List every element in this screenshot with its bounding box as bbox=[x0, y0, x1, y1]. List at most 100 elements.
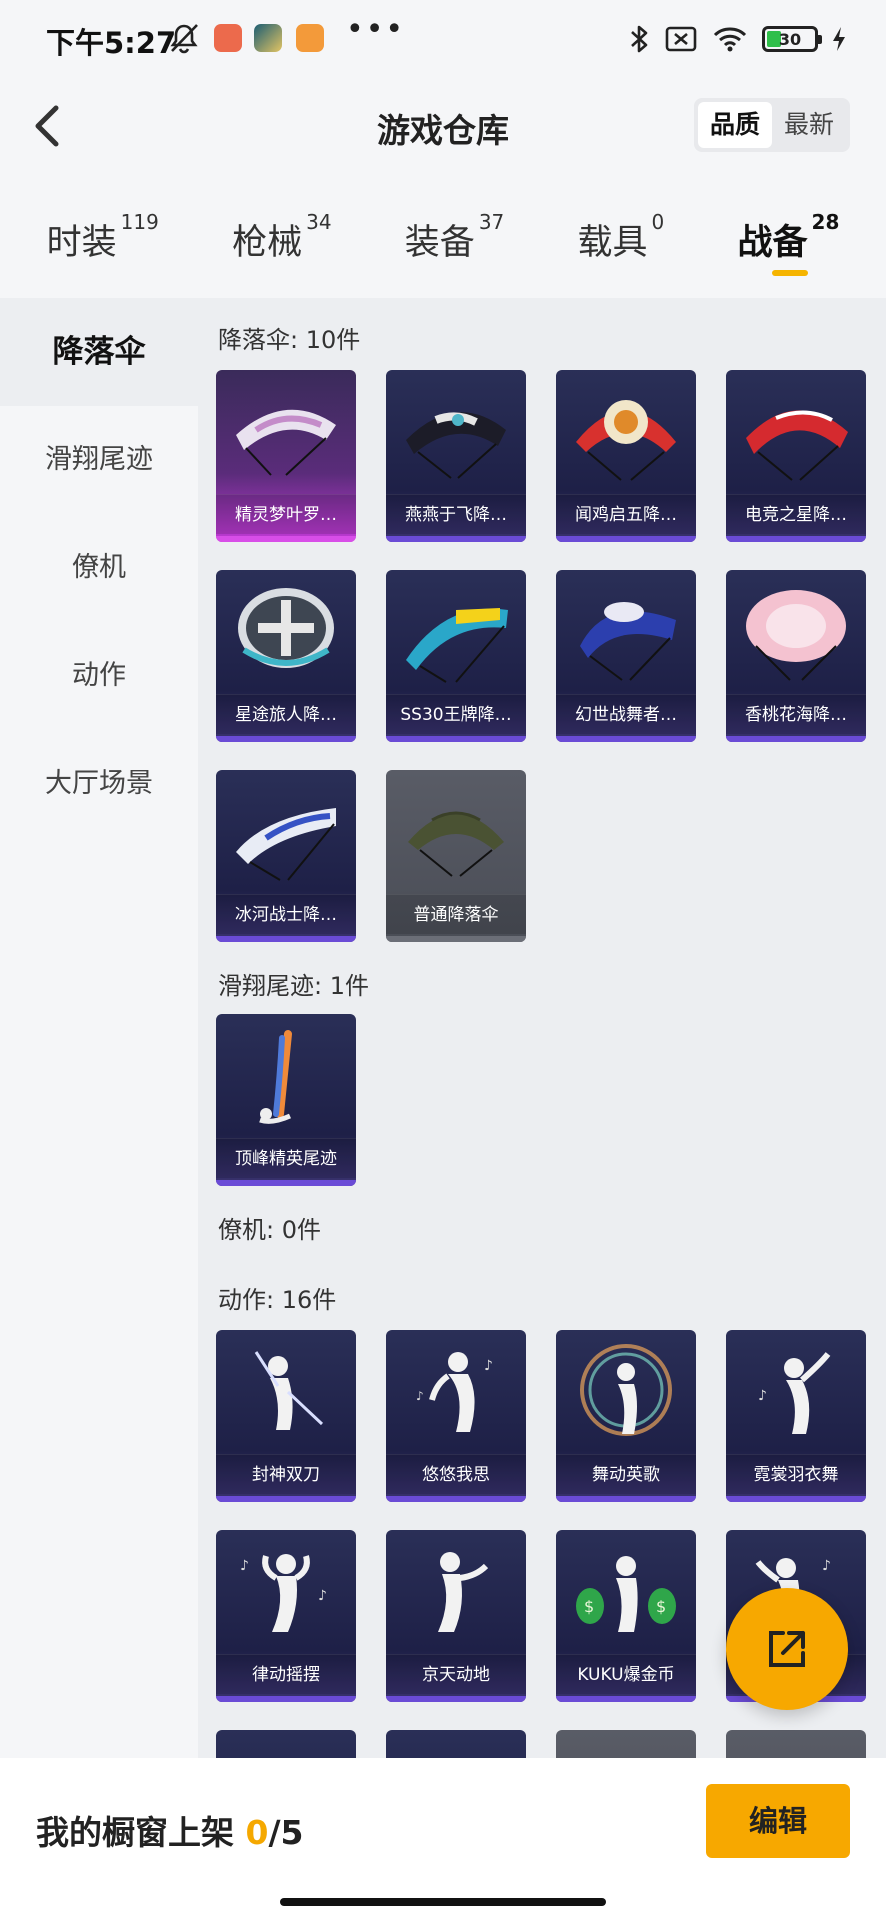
item-card[interactable]: 香桃花海降… bbox=[726, 570, 866, 742]
status-bar: 下午5:27 ••• 30 bbox=[0, 0, 886, 78]
item-name: 星途旅人降… bbox=[216, 694, 356, 734]
section-title-emote: 动作: 16件 bbox=[218, 1286, 337, 1314]
item-card[interactable]: 幻世战舞者… bbox=[556, 570, 696, 742]
section-title-parachute: 降落伞: 10件 bbox=[218, 326, 361, 354]
item-card[interactable]: 闻鸡启五降… bbox=[556, 370, 696, 542]
svg-text:♪: ♪ bbox=[416, 1389, 424, 1403]
emote-figure-image bbox=[438, 1552, 489, 1632]
item-name: 燕燕于飞降… bbox=[386, 494, 526, 534]
charging-icon bbox=[833, 27, 845, 51]
parachute-image bbox=[238, 588, 334, 668]
wifi-icon bbox=[713, 27, 747, 52]
tab-guns[interactable]: 枪械34 bbox=[232, 176, 331, 296]
mute-icon bbox=[170, 24, 198, 54]
parachute-image bbox=[746, 410, 848, 481]
parachute-image bbox=[408, 811, 504, 877]
sidebar-item-parachute[interactable]: 降落伞 bbox=[0, 298, 198, 406]
item-card[interactable]: 普通降落伞 bbox=[386, 770, 526, 942]
emote-figure-image bbox=[580, 1344, 672, 1436]
section-title-glide-trail: 滑翔尾迹: 1件 bbox=[218, 972, 369, 1000]
tab-equipment[interactable]: 装备37 bbox=[405, 176, 504, 296]
parachute-image bbox=[580, 602, 676, 681]
item-card[interactable]: ♪ ♪ 悠悠我思 bbox=[386, 1330, 526, 1502]
item-card[interactable]: 冰河战士降… bbox=[216, 770, 356, 942]
notification-app-icon bbox=[214, 24, 242, 52]
svg-text:$: $ bbox=[584, 1597, 594, 1616]
notification-shop-icon bbox=[296, 24, 324, 52]
item-card[interactable]: 顶峰精英尾迹 bbox=[216, 1014, 356, 1186]
item-card[interactable]: 燕燕于飞降… bbox=[386, 370, 526, 542]
item-list: 降落伞: 10件 精灵梦叶罗… 燕燕于飞降… 闻鸡启五降… 电竞之星降… 星途旅… bbox=[198, 298, 886, 1758]
status-time: 下午5:27 bbox=[46, 26, 177, 60]
emote-figure-image: ♪ bbox=[758, 1352, 831, 1434]
svg-text:♪: ♪ bbox=[822, 1558, 831, 1574]
item-name: 律动摇摆 bbox=[216, 1654, 356, 1694]
item-card[interactable]: $ $ KUKU爆金币 bbox=[556, 1530, 696, 1702]
sort-by-quality-button[interactable]: 品质 bbox=[697, 102, 772, 148]
bottom-bar: 我的橱窗上架 0/5 编辑 bbox=[0, 1758, 886, 1920]
svg-text:♪: ♪ bbox=[758, 1388, 767, 1404]
item-name: 闻鸡启五降… bbox=[556, 494, 696, 534]
emote-figure-image: ♪ ♪ bbox=[240, 1554, 327, 1632]
tab-war-prep[interactable]: 战备28 bbox=[738, 176, 839, 296]
svg-text:♪: ♪ bbox=[318, 1588, 327, 1604]
share-button[interactable] bbox=[726, 1588, 848, 1710]
home-indicator[interactable] bbox=[280, 1898, 606, 1906]
item-name: 封神双刀 bbox=[216, 1454, 356, 1494]
sidebar-item-lobby-scene[interactable]: 大厅场景 bbox=[0, 730, 198, 838]
item-name: 精灵梦叶罗… bbox=[216, 494, 356, 534]
svg-text:♪: ♪ bbox=[240, 1558, 249, 1574]
item-card[interactable]: 星途旅人降… bbox=[216, 570, 356, 742]
sort-toggle: 品质 最新 bbox=[693, 98, 850, 152]
item-card[interactable] bbox=[216, 1730, 356, 1758]
sort-by-newest-button[interactable]: 最新 bbox=[772, 102, 846, 148]
sidebar-item-glide-trail[interactable]: 滑翔尾迹 bbox=[0, 406, 198, 514]
more-notifications-icon: ••• bbox=[346, 12, 406, 47]
battery-icon: 30 bbox=[762, 26, 822, 52]
parachute-image bbox=[576, 400, 676, 481]
notification-game-icon bbox=[254, 24, 282, 52]
item-name: 舞动英歌 bbox=[556, 1454, 696, 1494]
item-card[interactable]: SS30王牌降… bbox=[386, 570, 526, 742]
item-name: 香桃花海降… bbox=[726, 694, 866, 734]
item-card[interactable]: 封神双刀 bbox=[216, 1330, 356, 1502]
showcase-shelf-status: 我的橱窗上架 0/5 bbox=[36, 1813, 304, 1852]
item-card[interactable]: 电竞之星降… bbox=[726, 370, 866, 542]
category-tabs: 时装119 枪械34 装备37 载具0 战备28 bbox=[0, 176, 886, 296]
sidebar-item-wingman[interactable]: 僚机 bbox=[0, 514, 198, 622]
item-name: SS30王牌降… bbox=[386, 694, 526, 734]
item-card[interactable]: 京天动地 bbox=[386, 1530, 526, 1702]
item-card[interactable] bbox=[386, 1730, 526, 1758]
tab-fashion[interactable]: 时装119 bbox=[47, 176, 159, 296]
sidebar-item-emote[interactable]: 动作 bbox=[0, 622, 198, 730]
bluetooth-icon bbox=[631, 25, 648, 53]
item-card[interactable]: ♪ ♪ 律动摇摆 bbox=[216, 1530, 356, 1702]
emote-figure-image: ♪ ♪ bbox=[416, 1352, 493, 1432]
item-name: 普通降落伞 bbox=[386, 894, 526, 934]
parachute-image bbox=[236, 808, 336, 881]
item-name: 幻世战舞者… bbox=[556, 694, 696, 734]
svg-text:$: $ bbox=[656, 1597, 666, 1616]
page: 下午5:27 ••• 30 游戏仓库 品质 最新 时装119 枪械34 装备37… bbox=[0, 0, 886, 1920]
parachute-image bbox=[406, 412, 506, 479]
sim-off-icon bbox=[665, 26, 697, 52]
item-name: KUKU爆金币 bbox=[556, 1654, 696, 1694]
item-card[interactable]: 舞动英歌 bbox=[556, 1330, 696, 1502]
parachute-image bbox=[236, 409, 336, 476]
item-card[interactable]: ♪ 霓裳羽衣舞 bbox=[726, 1330, 866, 1502]
section-title-wingman: 僚机: 0件 bbox=[218, 1216, 321, 1244]
item-name: 冰河战士降… bbox=[216, 894, 356, 934]
share-external-icon bbox=[769, 1631, 805, 1667]
item-card[interactable] bbox=[556, 1730, 696, 1758]
emote-figure-image: $ $ bbox=[576, 1556, 676, 1632]
item-card[interactable]: 精灵梦叶罗… bbox=[216, 370, 356, 542]
svg-text:♪: ♪ bbox=[484, 1358, 493, 1374]
item-name: 霓裳羽衣舞 bbox=[726, 1454, 866, 1494]
edit-button[interactable]: 编辑 bbox=[706, 1784, 850, 1858]
tab-vehicles[interactable]: 载具0 bbox=[578, 176, 665, 296]
parachute-image bbox=[746, 590, 846, 681]
sidebar: 降落伞 滑翔尾迹 僚机 动作 大厅场景 bbox=[0, 298, 198, 1758]
item-name: 京天动地 bbox=[386, 1654, 526, 1694]
item-card[interactable] bbox=[726, 1730, 866, 1758]
glide-trail-image bbox=[259, 1030, 292, 1124]
